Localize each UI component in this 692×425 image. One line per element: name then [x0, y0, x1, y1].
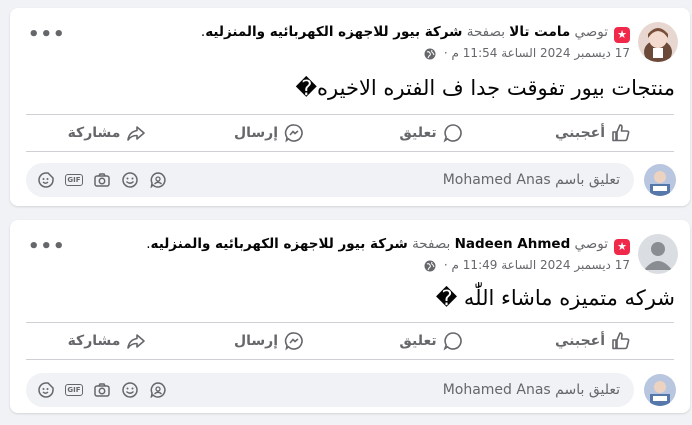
post-timestamp[interactable]: 17 ديسمبر 2024 الساعة 11:49 م · — [444, 258, 630, 272]
camera-icon[interactable] — [92, 171, 112, 189]
author-avatar[interactable] — [638, 22, 678, 62]
comment-bubble-icon — [443, 332, 462, 351]
recommend-label: توصي — [574, 236, 608, 252]
emoji-icon[interactable] — [120, 171, 140, 189]
comment-button[interactable]: تعليق — [350, 115, 512, 151]
more-options-icon[interactable]: ••• — [28, 238, 65, 258]
post-meta: 17 ديسمبر 2024 الساعة 11:54 م · — [424, 46, 630, 63]
like-label: أعجبني — [554, 125, 606, 141]
comment-placeholder: تعليق باسم Mohamed Anas — [442, 172, 620, 188]
share-arrow-icon — [127, 126, 146, 141]
emoji-icon[interactable] — [120, 381, 140, 399]
like-button[interactable]: أعجبني — [512, 115, 674, 151]
comment-bubble-icon — [443, 124, 462, 143]
comment-tools: GIF — [36, 381, 168, 399]
post-meta: 17 ديسمبر 2024 الساعة 11:49 م · — [424, 258, 630, 275]
send-label: إرسال — [233, 333, 279, 349]
page-name-link[interactable]: شركة بيور للاجهزه الكهربائيه والمنزليه — [205, 24, 462, 40]
share-label: مشاركة — [67, 125, 121, 141]
post-text: شركه متميزه ماشاء اللّٰه � — [435, 286, 675, 310]
like-label: أعجبني — [554, 333, 606, 349]
share-arrow-icon — [127, 334, 146, 349]
avatar-sticker-icon[interactable] — [148, 171, 168, 189]
sticker-icon[interactable] — [36, 171, 56, 189]
post-actions: أعجبني تعليق إرسال مشاركة — [26, 115, 674, 151]
comment-tools: GIF — [36, 171, 168, 189]
post-card: ★ توصي مامت تالا بصفحة شركة بيور للاجهزه … — [10, 8, 690, 206]
globe-icon — [424, 260, 436, 275]
more-options-icon[interactable]: ••• — [28, 26, 65, 46]
camera-icon[interactable] — [92, 381, 112, 399]
recommend-star-icon: ★ — [614, 27, 630, 43]
author-name[interactable]: Nadeen Ahmed — [455, 236, 571, 252]
globe-icon — [424, 48, 436, 63]
commenter-avatar[interactable] — [644, 164, 676, 196]
post-actions: أعجبني تعليق إرسال مشاركة — [26, 323, 674, 359]
comment-input[interactable]: تعليق باسم Mohamed Anas GIF — [26, 163, 634, 197]
like-button[interactable]: أعجبني — [512, 323, 674, 359]
share-label: مشاركة — [67, 333, 121, 349]
send-button[interactable]: إرسال — [188, 323, 350, 359]
sticker-icon[interactable] — [36, 381, 56, 399]
divider — [26, 151, 674, 152]
page-prefix: بصفحة — [412, 236, 451, 252]
recommend-star-icon: ★ — [614, 239, 630, 255]
post-timestamp[interactable]: 17 ديسمبر 2024 الساعة 11:54 م · — [444, 46, 630, 60]
post-header: ★ توصي Nadeen Ahmed بصفحة شركة بيور للاجه… — [146, 236, 630, 255]
author-name[interactable]: مامت تالا — [509, 24, 570, 40]
comment-button[interactable]: تعليق — [350, 323, 512, 359]
author-avatar[interactable] — [638, 234, 678, 274]
comment-label: تعليق — [399, 333, 437, 349]
post-card: ★ توصي Nadeen Ahmed بصفحة شركة بيور للاجه… — [10, 220, 690, 413]
messenger-send-icon — [284, 332, 303, 351]
page-prefix: بصفحة — [466, 24, 505, 40]
send-button[interactable]: إرسال — [188, 115, 350, 151]
post-text: منتجات بيور تفوقت جدا ف الفتره الاخيره� — [295, 76, 676, 100]
thumbs-up-icon — [612, 332, 630, 350]
divider — [26, 359, 674, 360]
send-label: إرسال — [233, 125, 279, 141]
gif-icon[interactable]: GIF — [64, 171, 84, 189]
share-button[interactable]: مشاركة — [26, 115, 188, 151]
thumbs-up-icon — [612, 124, 630, 142]
post-header: ★ توصي مامت تالا بصفحة شركة بيور للاجهزه … — [201, 24, 630, 43]
gif-icon[interactable]: GIF — [64, 381, 84, 399]
page-name-link[interactable]: شركة بيور للاجهزه الكهربائيه والمنزليه — [151, 236, 408, 252]
avatar-sticker-icon[interactable] — [148, 381, 168, 399]
commenter-avatar[interactable] — [644, 374, 676, 406]
comment-placeholder: تعليق باسم Mohamed Anas — [442, 382, 620, 398]
comment-input[interactable]: تعليق باسم Mohamed Anas GIF — [26, 373, 634, 407]
comment-label: تعليق — [399, 125, 437, 141]
share-button[interactable]: مشاركة — [26, 323, 188, 359]
messenger-send-icon — [284, 124, 303, 143]
recommend-label: توصي — [574, 24, 608, 40]
